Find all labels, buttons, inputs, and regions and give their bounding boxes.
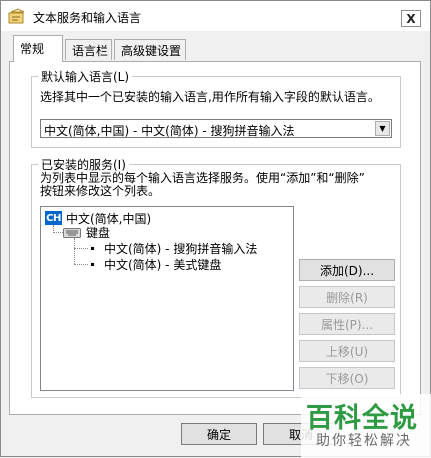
bullet-icon [91,247,94,250]
tab-label: 语言栏 [72,44,109,58]
tab-general[interactable]: 常规 [13,35,63,62]
services-tree[interactable]: CH 中文(简体,中国) 键盘 中文(简体) - 搜狗拼音输入法 中文(简体) … [40,206,294,391]
properties-button[interactable]: 属性(P)... [299,313,395,335]
default-language-value: 中文(简体,中国) - 中文(简体) - 搜狗拼音输入法 [44,124,295,138]
tree-connector [74,264,88,265]
tab-advanced-keys[interactable]: 高级键设置 [114,39,186,60]
properties-button-label: 属性(P)... [320,317,374,332]
title-bar[interactable]: 文本服务和输入语言 X [1,1,430,31]
ok-button[interactable]: 确定 [181,423,257,445]
tab-label: 高级键设置 [121,44,182,58]
installed-services-description-line2: 按钮来修改这个列表。 [40,184,161,198]
tree-item-keyboard[interactable]: 键盘 [86,224,110,241]
default-language-description: 选择其中一个已安装的输入语言,用作所有输入字段的默认语言。 [40,90,380,104]
tree-connector [74,248,88,249]
tab-label: 常规 [20,42,45,56]
move-up-button-label: 上移(U) [325,344,369,359]
close-icon: X [406,11,416,26]
remove-button[interactable]: 删除(R) [299,286,395,308]
add-button-label: 添加(D)... [319,263,375,278]
dialog-window: 文本服务和输入语言 X 常规 语言栏 高级键设置 默认输入语言(L) 选择其中一… [0,0,431,458]
move-down-button-label: 下移(O) [325,371,369,386]
watermark-slogan: 助你轻松解决 [316,433,412,449]
move-down-button[interactable]: 下移(O) [299,367,395,389]
default-language-select[interactable]: 中文(简体,中国) - 中文(简体) - 搜狗拼音输入法 ▼ [40,119,392,138]
watermark: 百科全说 助你轻松解决 [301,394,431,458]
tab-language-bar[interactable]: 语言栏 [65,39,112,60]
add-button[interactable]: 添加(D)... [299,259,395,281]
chevron-down-icon[interactable]: ▼ [375,121,390,136]
default-language-legend: 默认输入语言(L) [38,68,133,85]
tree-connector [53,232,63,233]
tree-item-service[interactable]: 中文(简体) - 美式键盘 [104,256,221,273]
keyboard-icon [63,228,81,238]
language-badge: CH [45,211,62,225]
tree-item-service[interactable]: 中文(简体) - 搜狗拼音输入法 [104,240,257,257]
move-up-button[interactable]: 上移(U) [299,340,395,362]
close-button[interactable]: X [401,10,421,27]
remove-button-label: 删除(R) [326,290,368,305]
window-title: 文本服务和输入语言 [33,11,142,25]
tree-connector [74,238,75,264]
bullet-icon [91,263,94,266]
ok-button-label: 确定 [206,427,231,442]
text-services-icon [8,8,25,24]
